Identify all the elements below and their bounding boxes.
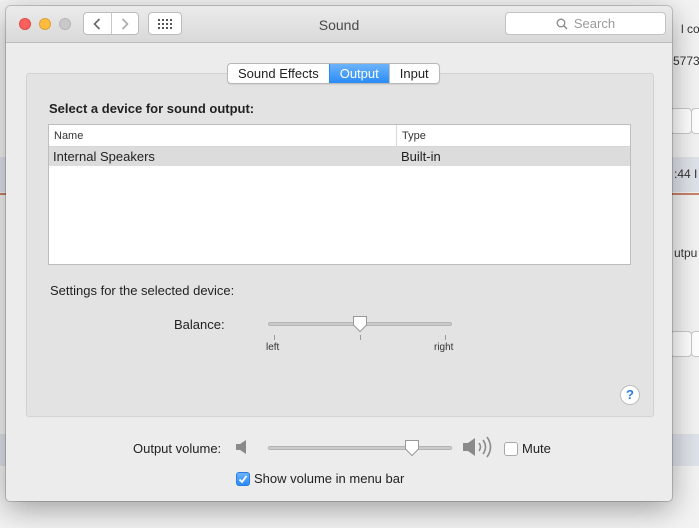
background-text-id: 5773 bbox=[673, 54, 699, 68]
mute-label: Mute bbox=[522, 441, 551, 456]
balance-right-label: right bbox=[434, 342, 454, 353]
tab-input[interactable]: Input bbox=[388, 64, 439, 83]
show-volume-in-menu-bar-label: Show volume in menu bar bbox=[254, 471, 405, 486]
background-button bbox=[670, 331, 692, 357]
search-field[interactable]: Search bbox=[505, 12, 666, 35]
device-type: Built-in bbox=[401, 149, 441, 164]
balance-tick bbox=[360, 335, 361, 340]
table-header: Name Type bbox=[49, 125, 630, 147]
settings-label: Settings for the selected device: bbox=[50, 283, 235, 298]
column-header-type[interactable]: Type bbox=[397, 125, 426, 146]
title-bar: Sound Search bbox=[6, 6, 672, 43]
background-button bbox=[691, 331, 699, 357]
search-icon bbox=[556, 18, 568, 29]
speaker-low-icon bbox=[236, 440, 246, 454]
balance-slider-thumb[interactable] bbox=[352, 315, 368, 333]
background-text-top: l co bbox=[681, 22, 699, 36]
tab-bar: Sound Effects Output Input bbox=[227, 63, 440, 84]
help-button[interactable]: ? bbox=[620, 385, 640, 405]
balance-tick bbox=[445, 335, 446, 340]
output-volume-slider-thumb[interactable] bbox=[404, 439, 420, 457]
background-button bbox=[670, 108, 692, 134]
background-button bbox=[691, 108, 699, 134]
balance-left-label: left bbox=[266, 342, 280, 353]
search-placeholder: Search bbox=[573, 16, 616, 31]
sound-preferences-window: Sound Search Sound Effects Output Input … bbox=[6, 6, 672, 501]
balance-tick bbox=[274, 335, 275, 340]
device-name: Internal Speakers bbox=[53, 149, 155, 164]
background-text-time: :44 I bbox=[674, 167, 698, 181]
mute-checkbox[interactable] bbox=[504, 442, 518, 456]
help-icon: ? bbox=[626, 387, 634, 402]
output-volume-label: Output volume: bbox=[133, 441, 222, 456]
tab-sound-effects[interactable]: Sound Effects bbox=[228, 64, 329, 83]
show-volume-in-menu-bar-checkbox[interactable] bbox=[236, 472, 250, 486]
balance-label: Balance: bbox=[174, 317, 225, 332]
column-header-name[interactable]: Name bbox=[49, 125, 397, 146]
checkmark-icon bbox=[238, 475, 248, 484]
background-text-side: utpu bbox=[674, 246, 698, 260]
device-section-label: Select a device for sound output: bbox=[49, 101, 255, 116]
device-table: Name Type Internal Speakers Built-in bbox=[48, 124, 631, 265]
tab-output[interactable]: Output bbox=[328, 64, 389, 83]
table-row[interactable]: Internal Speakers Built-in bbox=[49, 147, 630, 166]
speaker-high-icon bbox=[463, 436, 492, 458]
output-volume-slider[interactable] bbox=[268, 446, 452, 450]
